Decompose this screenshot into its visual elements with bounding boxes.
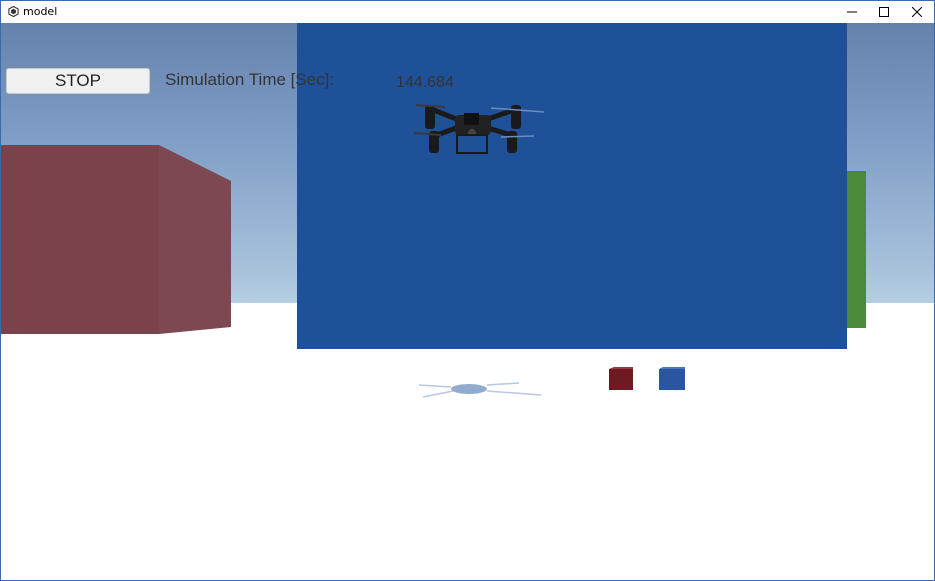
blue-panel xyxy=(297,23,847,349)
red-building xyxy=(1,145,231,334)
app-window: model STOP Simulation Time [Sec]: 144.68… xyxy=(0,0,935,581)
stop-button[interactable]: STOP xyxy=(6,68,150,94)
simulation-time-value: 144.684 xyxy=(396,74,454,91)
minimize-icon xyxy=(847,11,857,13)
minimize-button[interactable] xyxy=(835,1,869,23)
red-cube xyxy=(609,367,633,390)
unity-icon xyxy=(8,6,19,17)
blue-cube xyxy=(659,367,685,390)
green-building xyxy=(847,171,866,328)
simulation-viewport[interactable]: STOP Simulation Time [Sec]: 144.684 xyxy=(1,23,934,580)
close-button[interactable] xyxy=(900,1,934,23)
close-icon xyxy=(912,7,922,17)
scene-objects xyxy=(1,23,866,398)
drone-shadow xyxy=(418,382,542,398)
window-title: model xyxy=(23,5,58,18)
maximize-button[interactable] xyxy=(867,1,901,23)
simulation-time-label: Simulation Time [Sec]: xyxy=(165,70,335,89)
title-bar: model xyxy=(1,1,934,23)
maximize-icon xyxy=(879,7,889,17)
